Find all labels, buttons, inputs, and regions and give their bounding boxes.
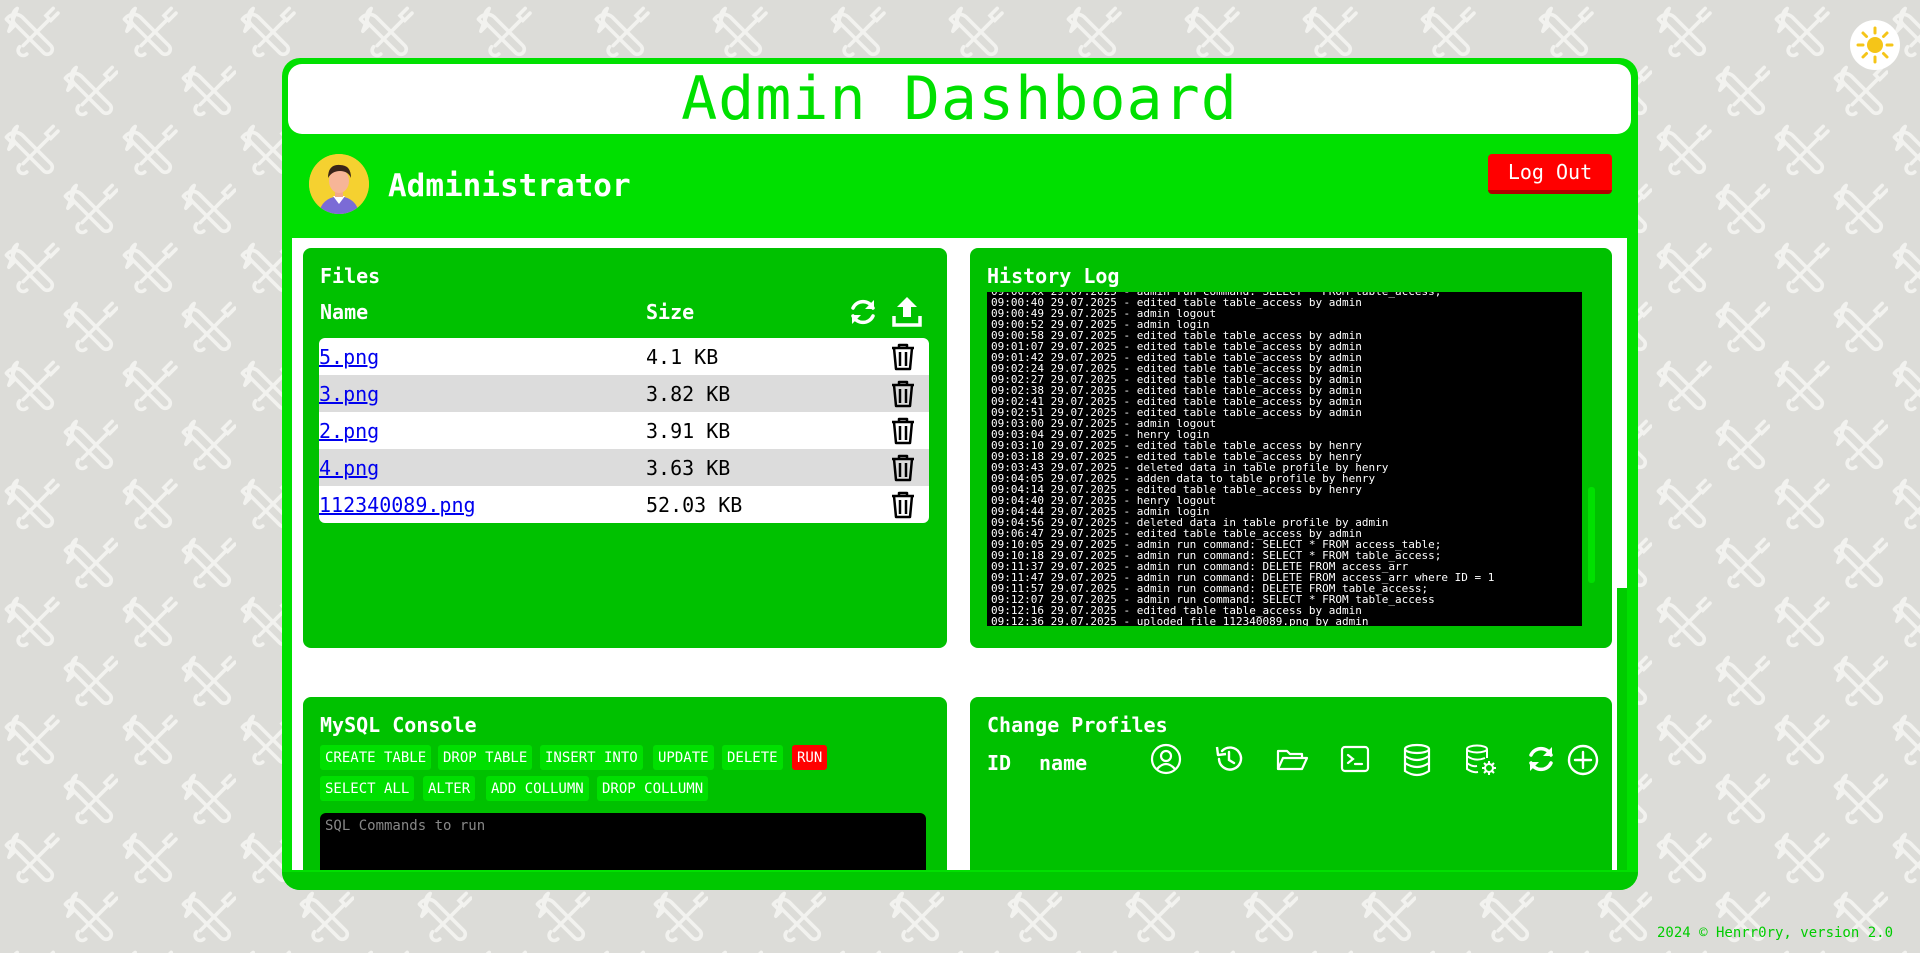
history-scrollbar[interactable] [1582, 292, 1599, 626]
upload-icon[interactable] [891, 294, 923, 328]
database-icon[interactable] [1401, 743, 1433, 777]
page-title: Admin Dashboard [681, 64, 1238, 134]
refresh-icon[interactable] [847, 296, 879, 328]
history-log-line: 09:12:36 29.07.2025 - uploded file 11234… [991, 615, 1369, 626]
files-title: Files [320, 264, 381, 288]
profiles-column-name: name [1039, 751, 1088, 775]
file-row: 4.png 3.63 KB [319, 449, 929, 486]
add-profile-icon[interactable] [1566, 743, 1600, 777]
select-all-button[interactable]: SELECT ALL [320, 776, 415, 801]
file-link[interactable]: 4.png [319, 456, 379, 480]
file-link[interactable]: 5.png [319, 345, 379, 369]
file-link[interactable]: 112340089.png [319, 493, 476, 517]
history-panel: History Log 09:00:xx 29.07.2025 - admin … [970, 248, 1612, 648]
dashboard-frame: Admin Dashboard Administrator Log Out Fi… [282, 58, 1638, 890]
insert-into-button[interactable]: INSERT INTO [540, 745, 643, 770]
mysql-panel: MySQL Console CREATE TABLE DROP TABLE IN… [303, 697, 947, 870]
folder-open-icon[interactable] [1275, 743, 1309, 775]
run-button[interactable]: RUN [792, 745, 828, 770]
profiles-panel: Change Profiles ID name [970, 697, 1612, 870]
file-row: 2.png 3.91 KB [319, 412, 929, 449]
alter-button[interactable]: ALTER [423, 776, 476, 801]
trash-icon[interactable] [889, 416, 917, 446]
file-size: 52.03 KB [646, 492, 743, 517]
file-link[interactable]: 3.png [319, 382, 379, 406]
file-link[interactable]: 2.png [319, 419, 379, 443]
file-size: 3.63 KB [646, 455, 731, 480]
file-row: 112340089.png 52.03 KB [319, 486, 929, 523]
files-column-name: Name [320, 300, 369, 324]
file-size: 3.91 KB [646, 418, 731, 443]
history-title: History Log [987, 264, 1120, 288]
create-table-button[interactable]: CREATE TABLE [320, 745, 432, 770]
file-row: 3.png 3.82 KB [319, 375, 929, 412]
theme-toggle-button[interactable] [1850, 20, 1900, 70]
trash-icon[interactable] [889, 453, 917, 483]
drop-table-button[interactable]: DROP TABLE [438, 745, 533, 770]
files-table: 5.png 4.1 KB 3.png 3.82 KB 2.png 3.91 KB… [319, 338, 929, 523]
user-avatar-icon [309, 154, 369, 214]
footer-text: 2024 © Henrr0ry, version 2.0 [1657, 925, 1894, 941]
trash-icon[interactable] [889, 342, 917, 372]
add-column-button[interactable]: ADD COLLUMN [486, 776, 589, 801]
update-button[interactable]: UPDATE [653, 745, 714, 770]
refresh-profiles-icon[interactable] [1525, 743, 1557, 775]
trash-icon[interactable] [889, 379, 917, 409]
avatar [309, 154, 369, 214]
history-scrollbar-thumb[interactable] [1588, 487, 1595, 583]
database-settings-icon[interactable] [1464, 743, 1498, 777]
content-scrollbar[interactable] [1617, 588, 1627, 870]
profiles-title: Change Profiles [987, 713, 1168, 737]
drop-column-button[interactable]: DROP COLLUMN [597, 776, 709, 801]
file-size: 3.82 KB [646, 381, 731, 406]
history-log[interactable]: 09:00:xx 29.07.2025 - admin run command:… [987, 292, 1599, 626]
delete-button[interactable]: DELETE [722, 745, 783, 770]
profiles-column-id: ID [987, 751, 1012, 775]
history-icon[interactable] [1213, 743, 1245, 775]
history-log-lines: 09:00:xx 29.07.2025 - admin run command:… [987, 292, 1582, 626]
title-bar: Admin Dashboard [288, 64, 1631, 134]
files-panel: Files Name Size 5.png 4.1 KB 3.png 3.82 … [303, 248, 947, 648]
file-row: 5.png 4.1 KB [319, 338, 929, 375]
sql-commands-input[interactable] [320, 813, 926, 870]
sun-icon [1856, 26, 1894, 64]
files-column-size: Size [646, 300, 695, 324]
mysql-title: MySQL Console [320, 713, 477, 737]
user-name: Administrator [388, 168, 631, 204]
file-size: 4.1 KB [646, 344, 719, 369]
logout-button[interactable]: Log Out [1488, 154, 1612, 194]
terminal-icon[interactable] [1339, 743, 1371, 775]
trash-icon[interactable] [889, 490, 917, 520]
user-circle-icon[interactable] [1150, 743, 1182, 775]
content-area: Files Name Size 5.png 4.1 KB 3.png 3.82 … [292, 238, 1627, 870]
